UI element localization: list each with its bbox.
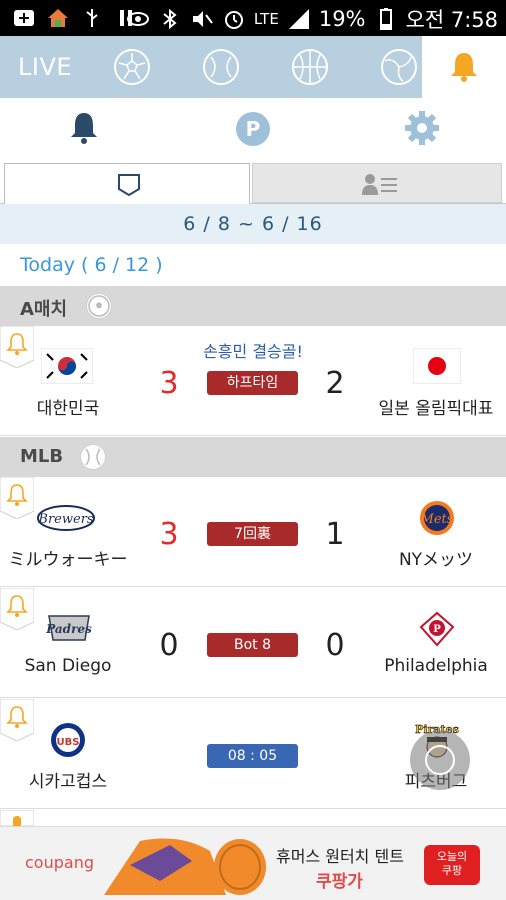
add-icon: [14, 10, 34, 26]
gear-icon[interactable]: [404, 110, 440, 146]
tab-players[interactable]: [252, 163, 502, 203]
next-game-row-partial: [0, 810, 506, 826]
chevron-up-icon: [425, 745, 455, 775]
svg-text:P: P: [433, 624, 441, 635]
status-bar: LTE 19% 오전 7:58: [0, 0, 506, 36]
away-team-name: Philadelphia: [384, 656, 488, 676]
scroll-to-top-button[interactable]: [410, 730, 470, 790]
live-tab[interactable]: LIVE: [18, 53, 72, 81]
ad-subtitle: 쿠팡가: [316, 872, 363, 892]
section-label: A매치: [20, 299, 68, 320]
away-score: 0: [325, 628, 345, 663]
tent-image: [104, 838, 266, 895]
section-header-amatch: A매치: [0, 286, 506, 326]
svg-text:P: P: [246, 117, 261, 141]
home-team-name: 대한민국: [36, 399, 100, 419]
player-list-icon: [362, 174, 397, 195]
away-score: 2: [325, 366, 345, 401]
svg-text:Mets: Mets: [420, 512, 454, 527]
phillies-logo: P: [419, 611, 455, 647]
away-team-name: NYメッツ: [398, 550, 474, 570]
baseball-icon: [210, 56, 232, 78]
signal-icon: [288, 9, 309, 29]
view-tabs: [0, 160, 506, 204]
mute-icon: [192, 11, 213, 27]
today-label: Today ( 6 / 12 ): [20, 254, 163, 276]
alarm-bell-icon[interactable]: [0, 699, 34, 741]
secondary-toolbar: P: [0, 98, 506, 160]
home-team-name: ミルウォーキー: [8, 550, 128, 570]
padres-logo: Padres: [45, 615, 92, 641]
volleyball-tab[interactable]: [381, 49, 417, 85]
section-header-mlb: MLB: [0, 437, 506, 477]
svg-text:Brewers: Brewers: [37, 512, 93, 527]
baseball-tab[interactable]: [203, 49, 239, 85]
battery-percent: 19%: [318, 7, 366, 31]
home-score: 3: [159, 517, 179, 552]
sport-tab-bar: LIVE: [0, 36, 506, 98]
ad-cta-label-1: 오늘의: [436, 850, 468, 863]
game-status-badge: Bot 8: [207, 633, 298, 657]
home-icon: [48, 9, 68, 27]
ad-cta-label-2: 쿠팡: [441, 864, 463, 877]
svg-text:Padres: Padres: [45, 622, 92, 636]
ad-banner[interactable]: coupang 휴머스 원터치 텐트 쿠팡가 오늘의 쿠팡: [0, 826, 506, 900]
game-start-time-badge: 08 : 05: [207, 744, 298, 768]
baseball-icon: [80, 444, 106, 470]
ad-brand-logo: coupang: [25, 853, 94, 872]
shield-icon: [118, 174, 140, 197]
game-row[interactable]: 대한민국 손흥민 결승골! 3 하프타임 2 일본 올림픽대표: [0, 326, 506, 436]
alerts-tab[interactable]: [422, 36, 506, 98]
alarm-bell-icon[interactable]: [0, 477, 34, 519]
clock: 오전 7:58: [405, 8, 498, 32]
soccer-ball-icon: [86, 293, 112, 319]
notification-bell-icon[interactable]: [68, 110, 100, 146]
away-team-name: 일본 올림픽대표: [378, 399, 494, 419]
japan-flag-logo: [413, 348, 461, 384]
usb-icon: [86, 9, 98, 27]
tab-schedule[interactable]: [4, 163, 250, 204]
game-status-badge: 7回裏: [207, 522, 298, 546]
game-row[interactable]: Padres San Diego 0 Bot 8 0 P Philadelphi…: [0, 588, 506, 698]
home-score: 0: [159, 628, 179, 663]
alarm-bell-icon: [0, 810, 34, 826]
mets-logo: Mets: [420, 501, 454, 535]
ad-cta-button[interactable]: 오늘의 쿠팡: [424, 845, 480, 885]
away-score: 1: [325, 517, 345, 552]
alarm-bell-icon[interactable]: [0, 326, 34, 368]
basketball-tab[interactable]: [292, 49, 328, 85]
korea-flag-logo: [41, 348, 93, 384]
home-score: 3: [159, 366, 179, 401]
eye-icon: [126, 12, 149, 26]
section-label: MLB: [20, 446, 64, 467]
basketball-icon: [294, 51, 326, 83]
bell-icon: [451, 53, 477, 82]
svg-text:UBS: UBS: [57, 737, 80, 748]
cubs-logo: UBS: [51, 723, 85, 757]
soccer-tab[interactable]: [114, 49, 150, 85]
brewers-logo: Brewers: [37, 505, 95, 531]
bluetooth-icon: [163, 8, 177, 30]
home-team-name: San Diego: [24, 656, 112, 676]
ad-title: 휴머스 원터치 텐트: [276, 847, 404, 866]
game-headline: 손흥민 결승골!: [203, 342, 303, 361]
game-row[interactable]: Brewers ミルウォーキー 3 7回裏 1 Mets NYメッツ: [0, 477, 506, 587]
date-range[interactable]: 6 / 8 ~ 6 / 16: [0, 204, 506, 244]
home-team-name: 시카고컵스: [28, 772, 108, 792]
network-type: LTE: [253, 10, 279, 28]
alarm-clock-icon: [224, 11, 243, 29]
volleyball-icon: [384, 56, 412, 82]
game-status-badge: 하프타임: [207, 371, 298, 395]
soccer-ball-icon: [118, 53, 146, 80]
alarm-bell-icon[interactable]: [0, 588, 34, 630]
battery-icon: [379, 8, 392, 30]
parking-icon[interactable]: P: [235, 111, 271, 147]
